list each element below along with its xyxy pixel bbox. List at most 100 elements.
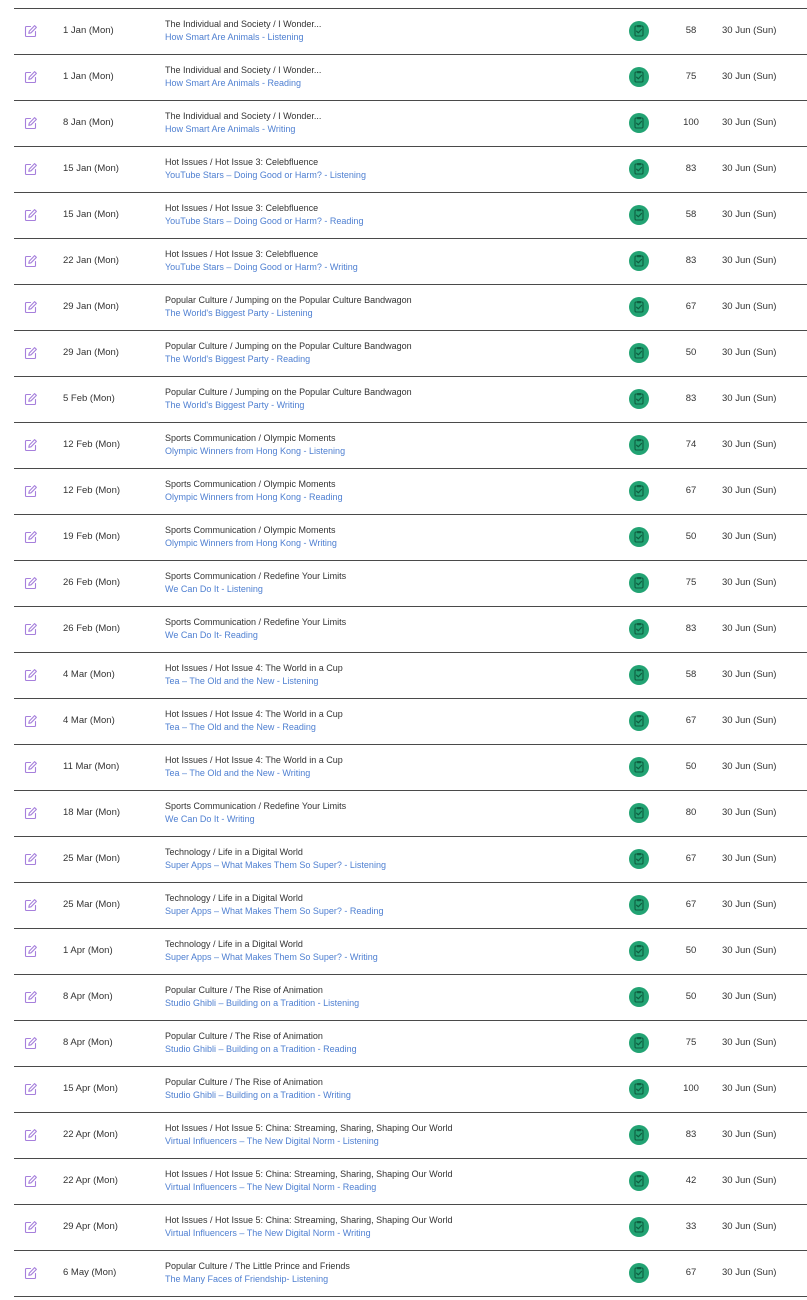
edit-icon[interactable] [24,806,38,820]
score: 75 [685,577,697,588]
assigned-date: 1 Apr (Mon) [63,945,113,956]
edit-icon[interactable] [24,1220,38,1234]
task-link[interactable]: The World's Biggest Party - Writing [165,399,605,412]
table-row: 1 Jan (Mon) The Individual and Society /… [14,54,807,100]
table-row: 29 Jan (Mon) Popular Culture / Jumping o… [14,330,807,376]
table-row: 4 Mar (Mon) Hot Issues / Hot Issue 4: Th… [14,698,807,744]
task-link[interactable]: We Can Do It - Writing [165,813,605,826]
task-link[interactable]: We Can Do It - Listening [165,583,605,596]
task-link[interactable]: Studio Ghibli – Building on a Tradition … [165,1089,605,1102]
task-link[interactable]: Olympic Winners from Hong Kong - Writing [165,537,605,550]
edit-icon[interactable] [24,760,38,774]
assignment-title: Popular Culture / The Little Prince and … [165,1260,605,1286]
assignment-title: The Individual and Society / I Wonder...… [165,110,605,136]
topic-path: Sports Communication / Redefine Your Lim… [165,571,347,581]
assigned-date: 15 Jan (Mon) [63,163,119,174]
task-link[interactable]: Virtual Influencers – The New Digital No… [165,1181,605,1194]
completed-status-icon [629,435,649,455]
completed-status-icon [629,527,649,547]
score: 33 [685,1221,697,1232]
edit-icon[interactable] [24,990,38,1004]
task-link[interactable]: Studio Ghibli – Building on a Tradition … [165,1043,605,1056]
task-link[interactable]: How Smart Are Animals - Listening [165,31,605,44]
due-date: 30 Jun (Sun) [722,899,777,910]
task-link[interactable]: How Smart Are Animals - Reading [165,77,605,90]
task-link[interactable]: Tea – The Old and the New - Reading [165,721,605,734]
edit-icon[interactable] [24,944,38,958]
edit-icon[interactable] [24,484,38,498]
due-date: 30 Jun (Sun) [722,1221,777,1232]
edit-icon[interactable] [24,1174,38,1188]
completed-status-icon [629,251,649,271]
task-link[interactable]: Super Apps – What Makes Them So Super? -… [165,951,605,964]
edit-icon[interactable] [24,1036,38,1050]
topic-path: Sports Communication / Olympic Moments [165,479,336,489]
task-link[interactable]: We Can Do It- Reading [165,629,605,642]
assigned-date: 15 Apr (Mon) [63,1083,118,1094]
table-row: 12 Feb (Mon) Sports Communication / Olym… [14,422,807,468]
assignment-title: Hot Issues / Hot Issue 3: Celebfluence Y… [165,202,605,228]
due-date: 30 Jun (Sun) [722,485,777,496]
task-link[interactable]: The World's Biggest Party - Listening [165,307,605,320]
edit-icon[interactable] [24,1082,38,1096]
assigned-date: 1 Jan (Mon) [63,71,114,82]
topic-path: Sports Communication / Olympic Moments [165,433,336,443]
edit-icon[interactable] [24,346,38,360]
edit-icon[interactable] [24,576,38,590]
edit-icon[interactable] [24,668,38,682]
edit-icon[interactable] [24,438,38,452]
edit-icon[interactable] [24,1266,38,1280]
table-row: 15 Apr (Mon) Popular Culture / The Rise … [14,1066,807,1112]
due-date: 30 Jun (Sun) [722,1175,777,1186]
edit-icon[interactable] [24,530,38,544]
completed-status-icon [629,389,649,409]
task-link[interactable]: YouTube Stars – Doing Good or Harm? - Re… [165,215,605,228]
edit-icon[interactable] [24,1128,38,1142]
edit-icon[interactable] [24,162,38,176]
due-date: 30 Jun (Sun) [722,1083,777,1094]
task-link[interactable]: How Smart Are Animals - Writing [165,123,605,136]
edit-icon[interactable] [24,622,38,636]
completed-status-icon [629,1079,649,1099]
task-link[interactable]: Super Apps – What Makes Them So Super? -… [165,859,605,872]
task-link[interactable]: Olympic Winners from Hong Kong - Listeni… [165,445,605,458]
edit-icon[interactable] [24,852,38,866]
task-link[interactable]: YouTube Stars – Doing Good or Harm? - Wr… [165,261,605,274]
edit-icon[interactable] [24,392,38,406]
edit-icon[interactable] [24,208,38,222]
due-date: 30 Jun (Sun) [722,1267,777,1278]
edit-icon[interactable] [24,898,38,912]
table-row: 26 Feb (Mon) Sports Communication / Rede… [14,606,807,652]
edit-icon[interactable] [24,116,38,130]
edit-icon[interactable] [24,70,38,84]
assignment-table: 1 Jan (Mon) The Individual and Society /… [14,8,807,1297]
topic-path: The Individual and Society / I Wonder... [165,19,322,29]
assignment-title: Hot Issues / Hot Issue 3: Celebfluence Y… [165,248,605,274]
topic-path: Sports Communication / Redefine Your Lim… [165,617,347,627]
task-link[interactable]: Tea – The Old and the New - Writing [165,767,605,780]
task-link[interactable]: The World's Biggest Party - Reading [165,353,605,366]
edit-icon[interactable] [24,714,38,728]
topic-path: Hot Issues / Hot Issue 5: China: Streami… [165,1169,453,1179]
assigned-date: 26 Feb (Mon) [63,623,121,634]
edit-icon[interactable] [24,254,38,268]
score: 67 [685,485,697,496]
task-link[interactable]: The Many Faces of Friendship- Listening [165,1273,605,1286]
topic-path: Hot Issues / Hot Issue 4: The World in a… [165,663,343,673]
assignment-title: Hot Issues / Hot Issue 3: Celebfluence Y… [165,156,605,182]
task-link[interactable]: Tea – The Old and the New - Listening [165,675,605,688]
task-link[interactable]: Studio Ghibli – Building on a Tradition … [165,997,605,1010]
assigned-date: 12 Feb (Mon) [63,485,121,496]
completed-status-icon [629,803,649,823]
score: 50 [685,991,697,1002]
edit-icon[interactable] [24,24,38,38]
task-link[interactable]: Virtual Influencers – The New Digital No… [165,1227,605,1240]
edit-icon[interactable] [24,300,38,314]
score: 83 [685,163,697,174]
task-link[interactable]: Olympic Winners from Hong Kong - Reading [165,491,605,504]
task-link[interactable]: Super Apps – What Makes Them So Super? -… [165,905,605,918]
task-link[interactable]: YouTube Stars – Doing Good or Harm? - Li… [165,169,605,182]
assigned-date: 29 Jan (Mon) [63,347,119,358]
topic-path: Popular Culture / The Rise of Animation [165,1031,323,1041]
task-link[interactable]: Virtual Influencers – The New Digital No… [165,1135,605,1148]
